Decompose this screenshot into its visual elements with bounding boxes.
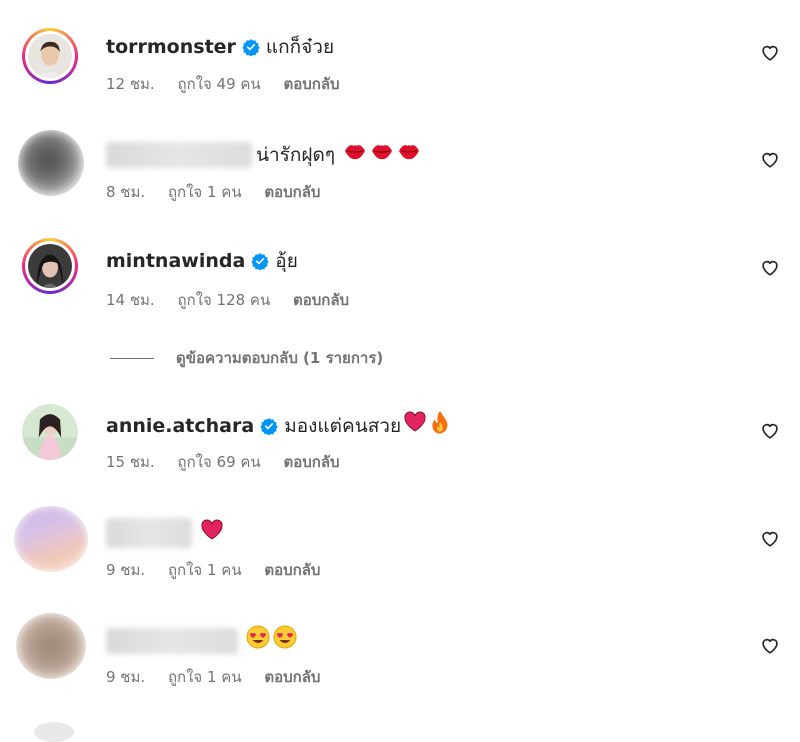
comment-time[interactable]: 15 ชม. [106, 453, 155, 471]
comment-time[interactable]: 8 ชม. [106, 183, 145, 201]
avatar[interactable] [14, 506, 88, 572]
comment-text: อุ้ย [275, 250, 298, 272]
view-replies: ดูข้อความตอบกลับ (1 รายการ) [110, 346, 383, 370]
reply-button[interactable]: ตอบกลับ [264, 183, 320, 201]
comment-username-blurred[interactable] [106, 518, 192, 548]
comment-username[interactable]: annie.atchara [106, 413, 254, 439]
lips-emoji [343, 140, 367, 169]
comment-likes[interactable]: ถูกใจ 69 คน [177, 453, 260, 471]
comment-likes[interactable]: ถูกใจ 1 คน [168, 183, 242, 201]
heart-outline-icon[interactable] [759, 256, 781, 278]
verified-badge-icon [260, 417, 278, 435]
view-replies-divider [110, 357, 154, 359]
comment-likes[interactable]: ถูกใจ 1 คน [168, 561, 242, 579]
comment-likes[interactable]: ถูกใจ 128 คน [177, 291, 270, 309]
heart-outline-icon[interactable] [759, 634, 781, 656]
heart-eyes-emoji [246, 625, 270, 656]
comment-time[interactable]: 9 ชม. [106, 561, 145, 579]
comment-likes[interactable]: ถูกใจ 49 คน [177, 75, 260, 93]
comment-username[interactable]: torrmonster [106, 34, 236, 60]
comment-time[interactable]: 14 ชม. [106, 291, 155, 309]
avatar[interactable] [22, 404, 78, 460]
comment-username-blurred[interactable] [106, 141, 252, 168]
comment-username[interactable]: mintnawinda [106, 248, 245, 274]
reply-button[interactable]: ตอบกลับ [283, 75, 339, 93]
reply-button[interactable]: ตอบกลับ [264, 668, 320, 686]
heart-outline-icon[interactable] [759, 41, 781, 63]
comment-likes[interactable]: ถูกใจ 1 คน [168, 668, 242, 686]
verified-badge-icon [242, 39, 260, 56]
reply-button[interactable]: ตอบกลับ [264, 561, 320, 579]
red-heart-emoji [200, 518, 224, 548]
heart-outline-icon[interactable] [759, 527, 781, 549]
lips-emoji [397, 140, 421, 169]
fire-emoji [430, 410, 450, 441]
comment-time[interactable]: 12 ชม. [106, 75, 155, 93]
avatar[interactable] [22, 28, 78, 84]
view-replies-button[interactable]: ดูข้อความตอบกลับ (1 รายการ) [176, 346, 383, 370]
heart-eyes-emoji [273, 625, 297, 656]
reply-button[interactable]: ตอบกลับ [293, 291, 349, 309]
comment-text: แกก็จ๋วย [265, 36, 335, 58]
heart-outline-icon[interactable] [759, 148, 781, 170]
avatar[interactable] [16, 613, 86, 679]
red-heart-emoji [403, 411, 427, 440]
avatar[interactable] [18, 130, 84, 196]
reply-button[interactable]: ตอบกลับ [283, 453, 339, 471]
lips-emoji [370, 140, 394, 169]
comment-username-blurred[interactable] [106, 627, 238, 654]
verified-badge-icon [251, 253, 269, 270]
comment-time[interactable]: 9 ชม. [106, 668, 145, 686]
comment-text: น่ารักฝุดๆ [256, 143, 336, 166]
avatar[interactable] [22, 238, 78, 294]
next-comment-avatar-peek [34, 722, 74, 742]
comment-text: มองแต่คนสวย [284, 414, 402, 437]
heart-outline-icon[interactable] [759, 419, 781, 441]
